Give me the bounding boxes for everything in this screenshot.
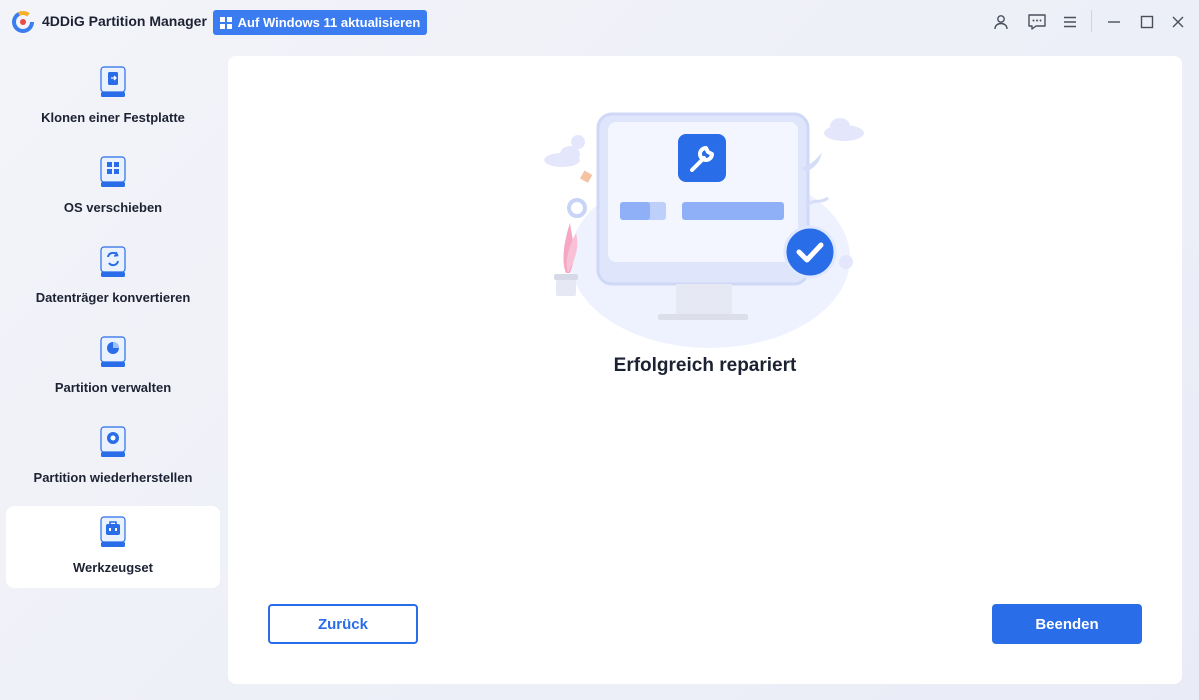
- sidebar-item-label: Partition verwalten: [54, 380, 172, 395]
- sidebar-item-toolkit[interactable]: Werkzeugset: [6, 506, 220, 588]
- sidebar: Klonen einer Festplatte OS verschieben D…: [0, 56, 226, 676]
- recover-partition-icon: [100, 426, 126, 457]
- upgrade-label: Auf Windows 11 aktualisieren: [237, 15, 421, 30]
- sidebar-item-label: Klonen einer Festplatte: [41, 110, 185, 125]
- sidebar-item-recover-partition[interactable]: Partition wiederherstellen: [6, 416, 220, 498]
- maximize-icon[interactable]: [1136, 11, 1158, 33]
- sidebar-item-label: OS verschieben: [63, 200, 163, 215]
- sidebar-item-clone-disk[interactable]: Klonen einer Festplatte: [6, 56, 220, 138]
- menu-icon[interactable]: [1059, 11, 1081, 33]
- app-logo-icon: [12, 11, 34, 33]
- title-bar: 4DDiG Partition Manager Auf Windows 11 a…: [0, 0, 1199, 44]
- clone-disk-icon: [100, 66, 126, 97]
- sidebar-item-label: Partition wiederherstellen: [33, 470, 193, 485]
- feedback-icon[interactable]: [1026, 11, 1048, 33]
- sidebar-item-label: Datenträger konvertieren: [35, 290, 191, 305]
- sidebar-item-label: Werkzeugset: [73, 560, 153, 575]
- windows-icon: [219, 16, 232, 29]
- migrate-os-icon: [100, 156, 126, 187]
- convert-disk-icon: [100, 246, 126, 277]
- sidebar-item-manage-partition[interactable]: Partition verwalten: [6, 326, 220, 408]
- sidebar-item-migrate-os[interactable]: OS verschieben: [6, 146, 220, 228]
- status-message: Erfolgreich repariert: [613, 355, 797, 376]
- user-icon[interactable]: [990, 11, 1012, 33]
- finish-button[interactable]: Beenden: [992, 604, 1142, 644]
- manage-partition-icon: [100, 336, 126, 367]
- back-button[interactable]: Zurück: [268, 604, 418, 644]
- repair-success-illustration: [544, 112, 864, 348]
- toolkit-icon: [100, 516, 126, 547]
- titlebar-divider: [1091, 10, 1092, 32]
- close-icon[interactable]: [1167, 11, 1189, 33]
- sidebar-item-convert-disk[interactable]: Datenträger konvertieren: [6, 236, 220, 318]
- app-title: 4DDiG Partition Manager: [42, 13, 207, 29]
- minimize-icon[interactable]: [1103, 11, 1125, 33]
- main-panel: Erfolgreich repariert Zurück Beenden: [228, 56, 1182, 684]
- upgrade-windows-button[interactable]: Auf Windows 11 aktualisieren: [213, 10, 427, 35]
